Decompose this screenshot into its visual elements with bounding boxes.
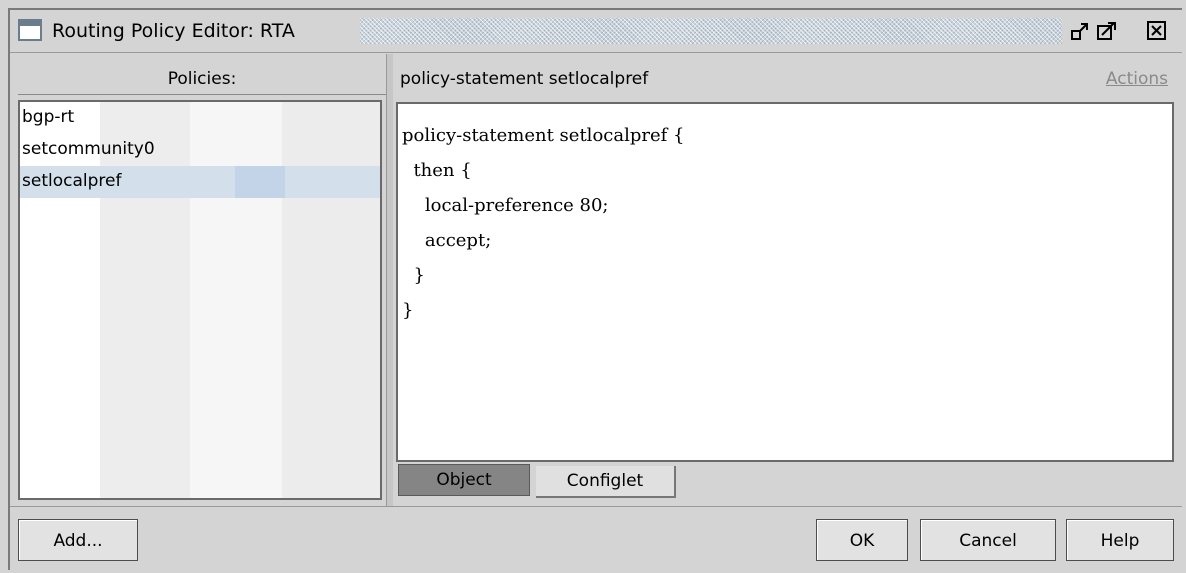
minimize-restore-icon[interactable] <box>1070 20 1092 42</box>
policy-item-setlocalpref[interactable]: setlocalpref <box>20 166 380 198</box>
ok-button[interactable]: OK <box>816 519 908 561</box>
policies-header: Policies: <box>18 64 386 95</box>
policy-item-bgp-rt[interactable]: bgp-rt <box>20 102 380 134</box>
policy-code-editor[interactable]: policy-statement setlocalpref { then { l… <box>396 102 1174 462</box>
code-line: accept; <box>402 230 492 251</box>
code-line: } <box>402 300 414 321</box>
tab-configlet[interactable]: Configlet <box>536 466 676 498</box>
code-line: policy-statement setlocalpref { <box>402 125 685 146</box>
editor-title: policy-statement setlocalpref <box>400 69 649 89</box>
close-icon[interactable] <box>1146 20 1168 42</box>
dialog-button-bar: Add... OK Cancel Help <box>10 506 1182 573</box>
cancel-button[interactable]: Cancel <box>920 519 1056 561</box>
window-title: Routing Policy Editor: RTA <box>52 20 295 42</box>
policy-item-setcommunity0[interactable]: setcommunity0 <box>20 134 380 166</box>
code-line: local-preference 80; <box>402 195 609 216</box>
tab-object[interactable]: Object <box>398 464 530 496</box>
maximize-icon[interactable] <box>1096 20 1118 42</box>
help-button[interactable]: Help <box>1066 519 1174 561</box>
editor-header: policy-statement setlocalpref Actions <box>392 64 1174 94</box>
panel-splitter[interactable] <box>386 54 393 506</box>
policies-list[interactable]: bgp-rt setcommunity0 setlocalpref <box>18 100 382 500</box>
code-line: then { <box>402 160 472 181</box>
window-app-icon <box>18 19 42 41</box>
title-bar[interactable]: Routing Policy Editor: RTA <box>10 10 1182 53</box>
routing-policy-editor-window: Routing Policy Editor: RTA Policies: bgp… <box>8 8 1182 573</box>
title-bar-grip <box>360 18 1062 44</box>
add-button[interactable]: Add... <box>18 519 138 561</box>
actions-link[interactable]: Actions <box>1106 64 1168 94</box>
code-line: } <box>402 265 425 286</box>
